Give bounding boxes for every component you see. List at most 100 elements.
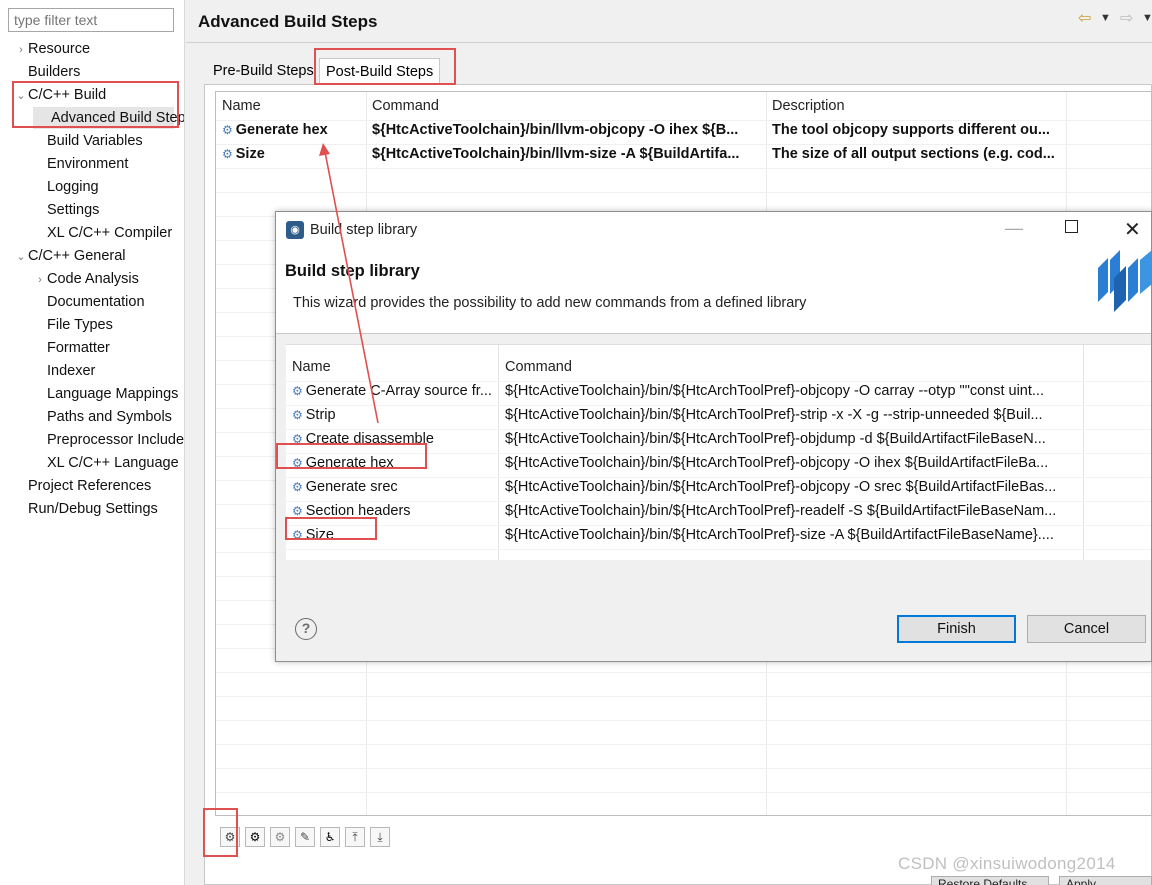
minimize-icon[interactable]: — xyxy=(1005,218,1023,239)
table-cell-name: ⚙ Size xyxy=(222,146,362,162)
tree-item[interactable]: Project References xyxy=(14,475,151,497)
chevron-down-icon[interactable]: ▼ xyxy=(1142,12,1152,24)
tree-item[interactable]: Documentation xyxy=(33,291,145,313)
cell-text: The tool objcopy supports different ou..… xyxy=(772,122,1050,138)
gear-icon: ⚙ xyxy=(274,830,286,844)
cell-text: ${HtcActiveToolchain}/bin/${HtcArchToolP… xyxy=(505,383,1044,399)
cell-text: Size xyxy=(235,146,265,162)
dialog-heading: Build step library xyxy=(285,262,420,280)
apply-button[interactable]: Apply xyxy=(1059,876,1152,885)
tree-item-label: XL C/C++ Compiler xyxy=(47,225,173,241)
build-step-library-dialog: ◉ Build step library — ✕ Build step libr… xyxy=(275,211,1152,662)
column-header-name[interactable]: Name xyxy=(222,98,261,114)
tree-item-label: Builders xyxy=(28,64,81,80)
gear-icon: ⚙ xyxy=(222,123,233,137)
tree-item-label: Indexer xyxy=(47,363,96,379)
chevron-down-icon[interactable]: ⌄ xyxy=(14,246,28,268)
tree-item[interactable]: File Types xyxy=(33,314,113,336)
help-icon[interactable]: ? xyxy=(295,618,317,640)
tree-item-label: Settings xyxy=(47,202,100,218)
back-arrow-icon[interactable]: ⇦ xyxy=(1078,8,1091,28)
column-header-command[interactable]: Command xyxy=(505,359,572,375)
tree-item-label: Logging xyxy=(47,179,99,195)
forward-arrow-icon[interactable]: ⇨ xyxy=(1120,8,1133,28)
header-divider xyxy=(186,42,1152,43)
dialog-description: This wizard provides the possibility to … xyxy=(293,295,807,311)
tree-item[interactable]: Environment xyxy=(33,153,128,175)
cell-text: ${HtcActiveToolchain}/bin/${HtcArchToolP… xyxy=(505,431,1046,447)
move-top-icon: ⤒ xyxy=(352,830,358,844)
annotation-box-c-build xyxy=(12,81,179,128)
tree-item-label: Paths and Symbols xyxy=(47,409,172,425)
tree-item[interactable]: Run/Debug Settings xyxy=(14,498,158,520)
tree-item[interactable]: Indexer xyxy=(33,360,95,382)
table-cell-command: ${HtcActiveToolchain}/bin/${HtcArchToolP… xyxy=(505,527,1079,543)
tree-item[interactable]: Paths and Symbols xyxy=(33,406,172,428)
cell-text: ${HtcActiveToolchain}/bin/llvm-size -A $… xyxy=(372,146,740,162)
dialog-titlebar[interactable]: ◉ Build step library — ✕ xyxy=(276,212,1151,248)
cell-text: The size of all output sections (e.g. co… xyxy=(772,146,1055,162)
tree-item[interactable]: Settings xyxy=(33,199,99,221)
tree-item[interactable]: Formatter xyxy=(33,337,110,359)
finish-button[interactable]: Finish xyxy=(897,615,1016,643)
edit-step-button[interactable]: ✎ xyxy=(295,827,315,847)
preferences-tree-panel: ›ResourceBuilders⌄C/C++ BuildAdvanced Bu… xyxy=(0,0,185,885)
add-step-button[interactable]: ⚙ xyxy=(245,827,265,847)
column-header-name[interactable]: Name xyxy=(292,359,331,375)
filter-input[interactable] xyxy=(8,8,174,32)
column-header-command[interactable]: Command xyxy=(372,98,439,114)
table-cell-name: ⚙ Strip xyxy=(292,407,494,423)
app-logo-icon: ◉ xyxy=(286,221,304,239)
cell-text: Generate srec xyxy=(305,479,398,495)
tree-item[interactable]: › Code Analysis xyxy=(33,268,139,290)
cancel-button[interactable]: Cancel xyxy=(1027,615,1146,643)
cell-text: ${HtcActiveToolchain}/bin/${HtcArchToolP… xyxy=(505,503,1057,519)
tree-item[interactable]: Preprocessor Include xyxy=(33,429,184,451)
column-header-description[interactable]: Description xyxy=(772,98,845,114)
table-cell-description: The size of all output sections (e.g. co… xyxy=(772,146,1062,162)
move-up-button[interactable]: ⤒ xyxy=(345,827,365,847)
tree-item[interactable]: Language Mappings xyxy=(33,383,178,405)
gear-icon: ⚙ xyxy=(292,408,303,422)
tree-item[interactable]: XL C/C++ Language xyxy=(33,452,179,474)
table-cell-description: The tool objcopy supports different ou..… xyxy=(772,122,1062,138)
toggle-step-button[interactable]: ♿ xyxy=(320,827,340,847)
duplicate-step-button[interactable]: ⚙ xyxy=(270,827,290,847)
table-cell-command: ${HtcActiveToolchain}/bin/${HtcArchToolP… xyxy=(505,383,1079,399)
chevron-right-icon[interactable]: › xyxy=(14,39,28,61)
gear-add-icon: ⚙ xyxy=(249,830,261,844)
table-cell-command: ${HtcActiveToolchain}/bin/${HtcArchToolP… xyxy=(505,431,1079,447)
tree-item[interactable]: ⌄ C/C++ General xyxy=(14,245,125,268)
gear-icon: ⚙ xyxy=(292,384,303,398)
pencil-icon: ✎ xyxy=(299,830,311,844)
table-cell-command: ${HtcActiveToolchain}/bin/${HtcArchToolP… xyxy=(505,479,1079,495)
chevron-down-icon[interactable]: ▼ xyxy=(1100,12,1111,24)
table-cell-command: ${HtcActiveToolchain}/bin/${HtcArchToolP… xyxy=(505,455,1079,471)
table-cell-command: ${HtcActiveToolchain}/bin/llvm-objcopy -… xyxy=(372,122,762,138)
chevron-right-icon[interactable]: › xyxy=(33,269,47,291)
page-title: Advanced Build Steps xyxy=(198,12,378,31)
maximize-icon[interactable] xyxy=(1065,220,1078,233)
tree-item-label: Run/Debug Settings xyxy=(28,501,158,517)
tree-item[interactable]: Builders xyxy=(14,61,80,83)
vendor-logo-icon xyxy=(1098,250,1152,312)
tree-item-label: Environment xyxy=(47,156,129,172)
move-bottom-icon: ⤓ xyxy=(377,830,383,844)
tree-item[interactable]: XL C/C++ Compiler xyxy=(33,222,172,244)
cell-text: ${HtcActiveToolchain}/bin/${HtcArchToolP… xyxy=(505,479,1057,495)
tree-item-label: Build Variables xyxy=(47,133,143,149)
table-cell-name: ⚙ Generate hex xyxy=(222,122,362,138)
tree-item-label: File Types xyxy=(47,317,113,333)
restore-defaults-button[interactable]: Restore Defaults xyxy=(931,876,1049,885)
tree-item[interactable]: › Resource xyxy=(14,38,90,60)
move-down-button[interactable]: ⤓ xyxy=(370,827,390,847)
tree-item[interactable]: Logging xyxy=(33,176,99,198)
cell-text: ${HtcActiveToolchain}/bin/${HtcArchToolP… xyxy=(505,407,1043,423)
annotation-box-post-build-tab xyxy=(314,48,456,85)
tab-pre-build-steps[interactable]: Pre-Build Steps xyxy=(207,58,320,84)
gear-icon: ⚙ xyxy=(292,480,303,494)
tree-item[interactable]: Build Variables xyxy=(33,130,143,152)
close-icon[interactable]: ✕ xyxy=(1124,217,1141,242)
cell-text: Strip xyxy=(305,407,336,423)
cell-text: Generate hex xyxy=(235,122,328,138)
